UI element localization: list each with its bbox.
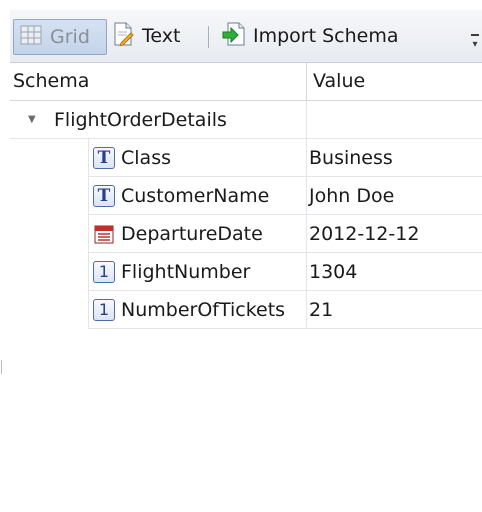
- field-name: Class: [121, 146, 171, 169]
- text-type-icon: T: [93, 146, 115, 169]
- value-cell[interactable]: John Doe: [306, 177, 482, 215]
- table-row[interactable]: 1 FlightNumber 1304: [10, 253, 482, 291]
- import-schema-button[interactable]: Import Schema: [218, 19, 418, 53]
- grid-view-label: Grid: [50, 26, 90, 48]
- table-row[interactable]: DepartureDate 2012-12-12: [10, 215, 482, 253]
- field-name: DepartureDate: [121, 222, 263, 245]
- value-cell[interactable]: 21: [306, 291, 482, 329]
- grid-header: Schema Value: [10, 63, 482, 101]
- field-value: 21: [309, 298, 334, 321]
- value-column-header[interactable]: Value: [306, 63, 365, 100]
- table-row[interactable]: T CustomerName John Doe: [10, 177, 482, 215]
- field-value: John Doe: [309, 184, 395, 207]
- toolbar-overflow-button[interactable]: ▾: [468, 34, 482, 56]
- text-view-button[interactable]: Text: [108, 19, 196, 53]
- table-row-root[interactable]: ▼ FlightOrderDetails: [10, 101, 482, 139]
- text-document-icon: [112, 22, 134, 51]
- root-node-label: FlightOrderDetails: [54, 108, 227, 131]
- table-row[interactable]: 1 NumberOfTickets 21: [10, 291, 482, 329]
- field-name: NumberOfTickets: [121, 298, 286, 321]
- toolbar-separator: [208, 26, 209, 48]
- field-value: 1304: [309, 260, 358, 283]
- schema-cell: ▼ FlightOrderDetails: [10, 101, 306, 139]
- date-type-icon: [93, 223, 115, 245]
- overflow-bar-icon: [471, 34, 479, 36]
- schema-column-header[interactable]: Schema: [13, 63, 89, 99]
- import-icon: [222, 22, 246, 51]
- schema-cell: T CustomerName: [88, 177, 307, 215]
- grid-view-button[interactable]: Grid: [13, 19, 107, 55]
- field-value: Business: [309, 146, 393, 169]
- import-schema-label: Import Schema: [253, 25, 399, 47]
- field-name: FlightNumber: [121, 260, 251, 283]
- value-cell[interactable]: Business: [306, 139, 482, 177]
- grid-icon: [20, 25, 42, 50]
- collapse-arrow-icon[interactable]: ▼: [28, 114, 36, 125]
- text-view-label: Text: [142, 25, 181, 47]
- field-value: 2012-12-12: [309, 222, 420, 245]
- schema-cell: 1 FlightNumber: [88, 253, 307, 291]
- schema-cell: DepartureDate: [88, 215, 307, 253]
- text-type-icon: T: [93, 184, 115, 207]
- left-edge: [0, 0, 10, 512]
- schema-cell: T Class: [88, 139, 307, 177]
- splitter-handle[interactable]: [1, 360, 2, 374]
- schema-grid: Schema Value ▼ FlightOrderDetails T Clas…: [10, 63, 482, 512]
- value-cell[interactable]: 2012-12-12: [306, 215, 482, 253]
- number-type-icon: 1: [93, 298, 115, 321]
- chevron-down-icon: ▾: [472, 39, 478, 50]
- value-cell[interactable]: [306, 101, 482, 139]
- value-cell[interactable]: 1304: [306, 253, 482, 291]
- field-name: CustomerName: [121, 184, 270, 207]
- schema-cell: 1 NumberOfTickets: [88, 291, 307, 329]
- table-row[interactable]: T Class Business: [10, 139, 482, 177]
- number-type-icon: 1: [93, 260, 115, 283]
- toolbar: Grid Text Import Schema ▾: [10, 10, 482, 63]
